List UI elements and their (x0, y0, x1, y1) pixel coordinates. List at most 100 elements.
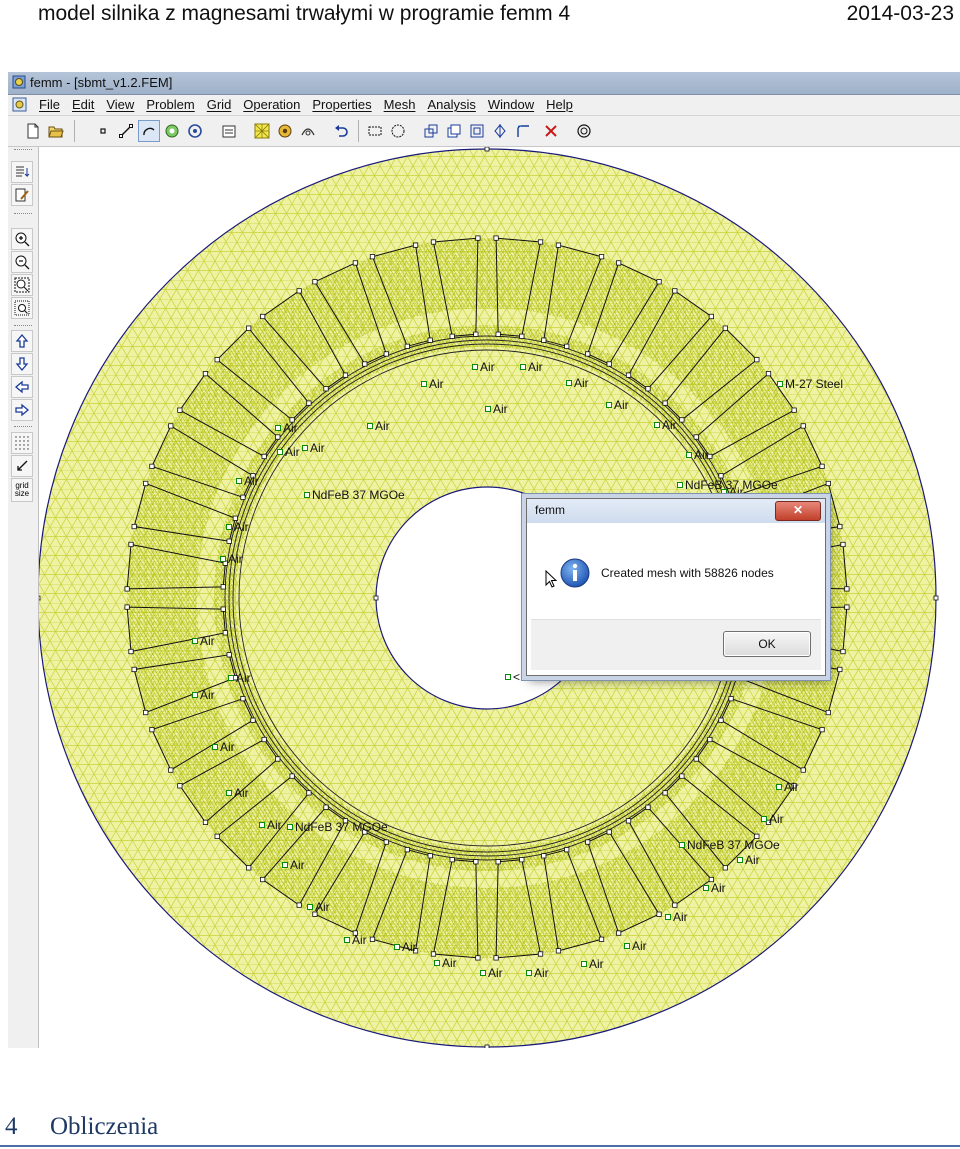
zoom-window-icon[interactable] (11, 297, 33, 319)
menu-problem[interactable]: Problem (141, 97, 201, 112)
menu-operation[interactable]: Operation (238, 97, 307, 112)
slot-node (430, 951, 437, 957)
delete-icon[interactable] (540, 120, 562, 142)
block-label-marker (275, 425, 281, 431)
side-toolbar: grid size (8, 147, 39, 1048)
properties-icon[interactable] (218, 120, 240, 142)
pan-right-icon[interactable] (11, 399, 33, 421)
menu-analysis[interactable]: Analysis (422, 97, 482, 112)
block-label-marker (226, 524, 232, 530)
snap-grid-icon[interactable] (11, 455, 33, 477)
fillet-icon[interactable] (512, 120, 534, 142)
open-file-icon[interactable] (45, 120, 67, 142)
move-icon[interactable] (420, 120, 442, 142)
slot-node (214, 357, 220, 363)
air-block-label: Air (673, 910, 688, 924)
slot-node (819, 463, 825, 469)
menu-edit[interactable]: Edit (67, 97, 101, 112)
menu-grid[interactable]: Grid (202, 97, 239, 112)
air-block-label: Air (480, 360, 495, 374)
slot-node (645, 804, 651, 810)
circle-icon[interactable] (573, 120, 595, 142)
slot-node (383, 839, 389, 845)
show-names-icon[interactable] (11, 161, 33, 183)
undo-icon[interactable] (330, 120, 352, 142)
slot-node (240, 494, 246, 500)
block-label-mode-icon[interactable] (161, 120, 183, 142)
mirror-icon[interactable] (489, 120, 511, 142)
block-label-marker (302, 445, 308, 451)
pan-down-icon[interactable] (11, 353, 33, 375)
new-file-icon[interactable] (22, 120, 44, 142)
ok-button[interactable]: OK (723, 631, 811, 657)
boundary-node (484, 147, 490, 152)
scale-icon[interactable] (466, 120, 488, 142)
menu-help[interactable]: Help (541, 97, 580, 112)
slot-node (449, 857, 455, 863)
menu-window[interactable]: Window (483, 97, 541, 112)
slot-node (825, 480, 831, 487)
block-label-marker (304, 492, 310, 498)
slot-node (800, 767, 806, 773)
view-results-icon[interactable] (297, 120, 319, 142)
slot-node (493, 235, 499, 241)
slot-node (222, 630, 228, 636)
block-label-marker (520, 364, 526, 370)
copy-icon[interactable] (443, 120, 465, 142)
slot-node (404, 847, 410, 853)
zoom-natural-icon[interactable] (11, 274, 33, 296)
block-label-marker (192, 692, 198, 698)
air-block-label: Air (220, 740, 235, 754)
block-label-marker (485, 406, 491, 412)
segment-mode-icon[interactable] (115, 120, 137, 142)
node-mode-icon[interactable] (92, 120, 114, 142)
slot-node (598, 254, 605, 260)
menu-view[interactable]: View (101, 97, 141, 112)
zoom-in-icon[interactable] (11, 228, 33, 250)
air-block-label: Air (493, 402, 508, 416)
dialog-close-button[interactable]: ✕ (775, 501, 821, 521)
slot-node (672, 902, 678, 908)
menu-properties[interactable]: Properties (307, 97, 378, 112)
block-label-marker (434, 960, 440, 966)
block-label-marker (192, 638, 198, 644)
block-label-marker (761, 816, 767, 822)
air-block-label: Air (375, 419, 390, 433)
magnet-block-label: NdFeB 37 MGOe (295, 820, 388, 834)
menu-mesh[interactable]: Mesh (379, 97, 423, 112)
show-grid-icon[interactable] (11, 432, 33, 454)
arc-mode-icon[interactable] (138, 120, 160, 142)
select-radius-icon[interactable] (387, 120, 409, 142)
group-mode-icon[interactable] (184, 120, 206, 142)
slot-node (564, 847, 570, 853)
slot-node (362, 361, 368, 367)
slot-node (825, 709, 831, 716)
menu-file[interactable]: File (34, 97, 67, 112)
pan-left-icon[interactable] (11, 376, 33, 398)
block-label-marker (226, 790, 232, 796)
zoom-out-icon[interactable] (11, 251, 33, 273)
slot-node (722, 865, 728, 871)
slot-node (226, 538, 232, 544)
mesh-info-dialog: femm ✕ Created mesh with 58826 nodes OK (526, 498, 826, 676)
document-icon[interactable] (12, 97, 27, 112)
slot-node (168, 423, 174, 429)
grid-size-button[interactable]: grid size (11, 478, 33, 502)
slot-node (791, 407, 797, 413)
block-label-marker (566, 380, 572, 386)
slot-node (312, 279, 318, 285)
run-analysis-icon[interactable] (274, 120, 296, 142)
block-label-marker (236, 478, 242, 484)
mesh-icon[interactable] (251, 120, 273, 142)
slot-node (800, 423, 806, 429)
slot-node (449, 333, 455, 339)
slot-node (261, 453, 267, 460)
pan-up-icon[interactable] (11, 330, 33, 352)
air-block-label: Air (528, 360, 543, 374)
slot-node (519, 857, 525, 863)
edit-props-icon[interactable] (11, 184, 33, 206)
select-window-icon[interactable] (364, 120, 386, 142)
slot-node (819, 727, 825, 733)
slot-node (131, 523, 137, 530)
slot-node (124, 604, 130, 610)
